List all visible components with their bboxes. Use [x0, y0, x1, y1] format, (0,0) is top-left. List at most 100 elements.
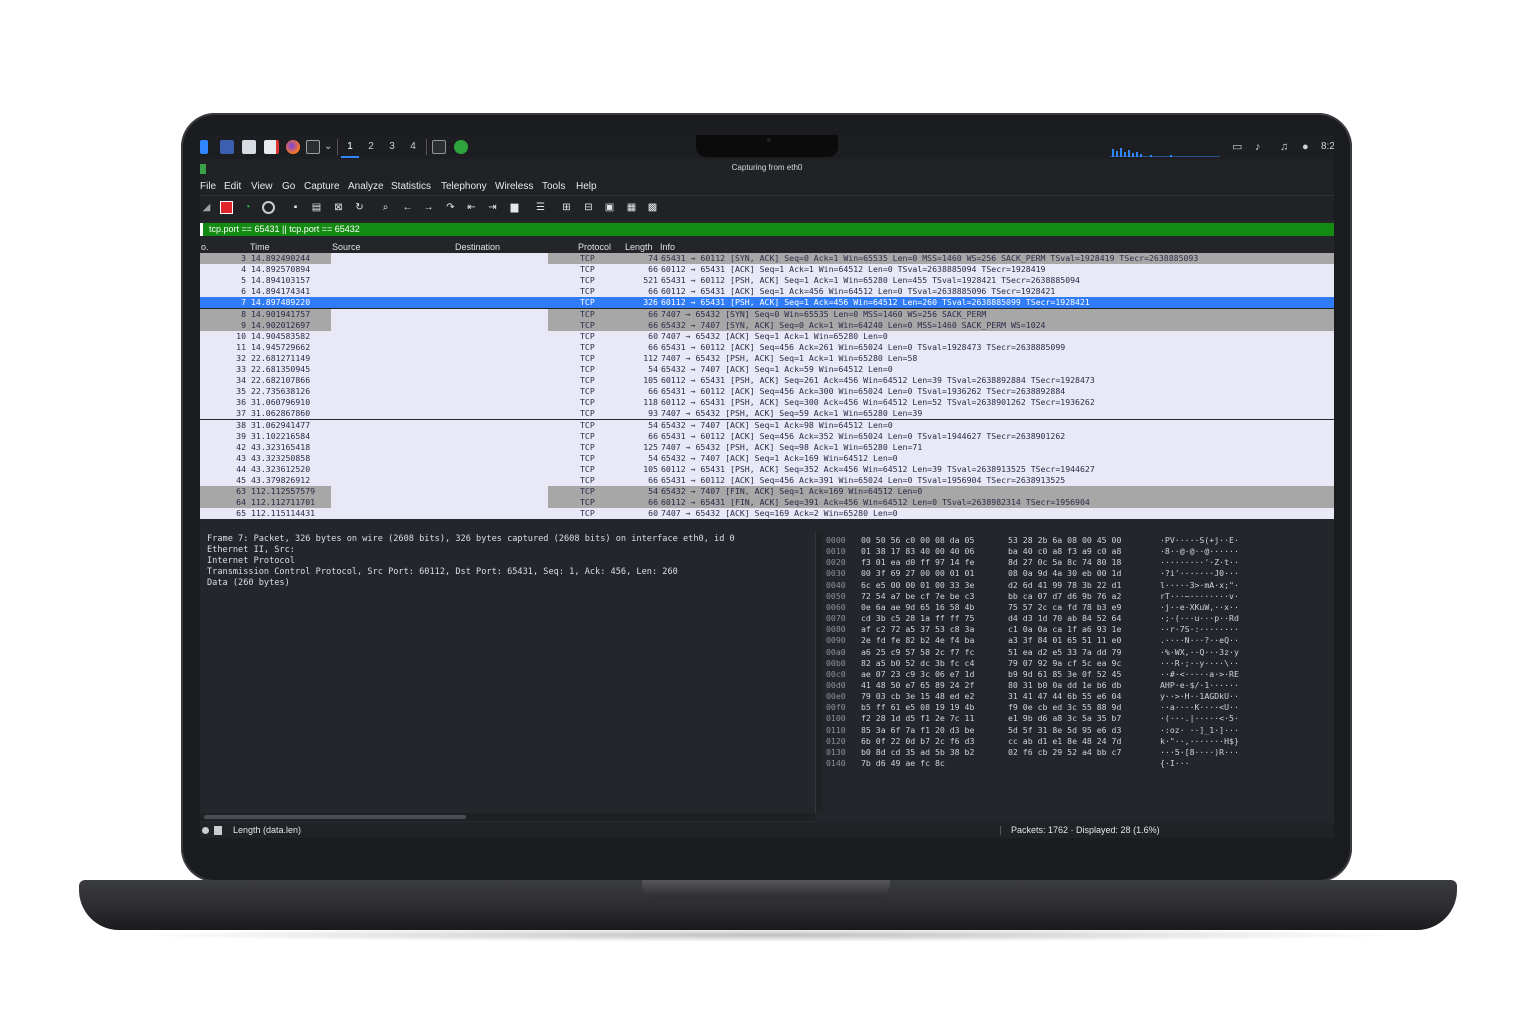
col-length[interactable]: Length [625, 241, 653, 253]
notification-bell-icon[interactable]: ♫ [1280, 140, 1288, 154]
packet-row[interactable]: 9 14.902012697 TCP 66 65432 → 7407 [SYN, ACK… [200, 319, 1334, 331]
first-packet-icon[interactable]: ⇤ [465, 201, 478, 214]
packet-row[interactable]: 64 112.112711701 TCP 66 60112 → 65431 [FIN, … [200, 497, 1334, 509]
packet-row[interactable]: 32 22.681271149 TCP 112 7407 → 65432 [PSH, A… [200, 352, 1334, 364]
col-info[interactable]: Info [660, 241, 675, 253]
layout-icon[interactable]: ▩ [646, 201, 659, 214]
menu-wireless[interactable]: Wireless [495, 180, 533, 194]
normal-size-icon[interactable]: ▣ [603, 201, 616, 214]
menu-file[interactable]: File [200, 180, 216, 194]
zoom-in-icon[interactable]: ⊞ [560, 201, 573, 214]
workspace-2[interactable]: 2 [362, 138, 380, 156]
menu-analyze[interactable]: Analyze [348, 180, 384, 194]
find-packet-icon[interactable]: ⌕ [379, 201, 392, 214]
go-to-packet-icon[interactable]: ↷ [444, 201, 457, 214]
display-filter-input[interactable]: tcp.port == 65431 || tcp.port == 65432 [209, 223, 360, 236]
col-source[interactable]: Source [332, 241, 361, 253]
packet-row[interactable]: 45 43.379826912 TCP 66 65431 → 60112 [ACK] S… [200, 475, 1334, 486]
workspace-1[interactable]: 1 [341, 138, 359, 158]
packet-row[interactable]: 34 22.682107866 TCP 105 60112 → 65431 [PSH, … [200, 375, 1334, 387]
packet-row[interactable]: 33 22.681350945 TCP 54 65432 → 7407 [ACK] Se… [200, 364, 1334, 375]
terminal-icon[interactable] [306, 140, 320, 154]
packet-row[interactable]: 43 43.323250858 TCP 54 65432 → 7407 [ACK] Se… [200, 452, 1334, 464]
packet-row[interactable]: 6 14.894174341 TCP 66 60112 → 65431 [ACK] Se… [200, 286, 1334, 298]
packet-row[interactable]: 39 31.102216584 TCP 66 65431 → 60112 [ACK] S… [200, 430, 1334, 442]
file-manager-icon[interactable] [242, 140, 256, 154]
go-back-icon[interactable]: ← [401, 201, 414, 214]
packet-row[interactable]: 37 31.062867860 TCP 93 7407 → 65432 [PSH, AC… [200, 408, 1334, 420]
window-icon[interactable]: ▭ [1232, 140, 1242, 154]
menu-tools[interactable]: Tools [542, 180, 565, 194]
expert-info-icon[interactable] [202, 827, 209, 834]
last-packet-icon[interactable]: ⇥ [486, 201, 499, 214]
detail-frame[interactable]: Frame 7: Packet, 326 bytes on wire (2608… [207, 534, 735, 545]
packet-row[interactable]: 11 14.945729662 TCP 66 65431 → 60112 [ACK] S… [200, 341, 1334, 353]
packet-row[interactable]: 36 31.060796910 TCP 118 60112 → 65431 [PSH, … [200, 397, 1334, 409]
colorize-icon[interactable]: ☰ [534, 201, 547, 214]
packet-row[interactable]: 65 112.115114431 TCP 60 7407 → 65432 [ACK] S… [200, 508, 1334, 520]
wireshark-task-icon[interactable] [454, 140, 468, 154]
capture-comment-icon[interactable] [214, 826, 222, 835]
scrollbar-thumb[interactable] [204, 815, 466, 819]
packet-row[interactable]: 4 14.892570894 TCP 66 60112 → 65431 [ACK] Se… [200, 264, 1334, 276]
packet-length: 105 [643, 375, 658, 386]
menu-statistics[interactable]: Statistics [391, 180, 431, 194]
text-editor-icon[interactable] [264, 140, 279, 154]
detail-ethernet[interactable]: Ethernet II, Src: [207, 545, 295, 556]
packet-details[interactable]: Frame 7: Packet, 326 bytes on wire (2608… [200, 531, 815, 813]
clock[interactable]: 8:2 [1321, 140, 1334, 154]
display-filter-bar[interactable]: tcp.port == 65431 || tcp.port == 65432 [200, 223, 1334, 236]
packet-row[interactable]: 7 14.897489220 TCP 326 60112 → 65431 [PSH, A… [200, 297, 1334, 309]
packet-row[interactable]: 10 14.904583582 TCP 60 7407 → 65432 [ACK] Se… [200, 330, 1334, 342]
workspace-4[interactable]: 4 [404, 138, 422, 156]
pane-splitter[interactable] [200, 521, 1334, 531]
menu-telephony[interactable]: Telephony [441, 180, 487, 194]
stop-capture-icon[interactable] [220, 201, 233, 214]
zoom-out-icon[interactable]: ⊟ [582, 201, 595, 214]
packet-row[interactable]: 5 14.894103157 TCP 521 65431 → 60112 [PSH, A… [200, 275, 1334, 287]
packet-time: 14.904583582 [251, 330, 311, 341]
workspace-3[interactable]: 3 [383, 138, 401, 156]
packet-list[interactable]: 3 14.892490244 TCP 74 65431 → 60112 [SYN, AC… [200, 253, 1334, 520]
col-no[interactable]: o. [201, 241, 209, 253]
packet-row[interactable]: 42 43.323165418 TCP 125 7407 → 65432 [PSH, A… [200, 441, 1334, 453]
go-forward-icon[interactable]: → [422, 201, 435, 214]
detail-ip[interactable]: Internet Protocol [207, 556, 295, 567]
close-file-icon[interactable]: ⊠ [332, 201, 345, 214]
autoscroll-icon[interactable]: ▆ [508, 201, 521, 214]
packet-row[interactable]: 8 14.901941757 TCP 66 7407 → 65432 [SYN] Seq… [200, 308, 1334, 320]
packet-info: 60112 → 65431 [PSH, ACK] Seq=261 Ack=456… [661, 375, 1095, 386]
window-list-icon[interactable] [432, 140, 446, 154]
packet-row[interactable]: 3 14.892490244 TCP 74 65431 → 60112 [SYN, AC… [200, 253, 1334, 264]
packet-row[interactable]: 38 31.062941477 TCP 54 65432 → 7407 [ACK] Se… [200, 419, 1334, 431]
terminal-dropdown-icon[interactable]: ⌄ [324, 139, 332, 155]
filter-bookmark-icon[interactable] [200, 223, 203, 236]
menu-go[interactable]: Go [282, 180, 295, 194]
restart-capture-icon[interactable]: ◔ [241, 201, 254, 214]
resize-columns-icon[interactable]: ▦ [625, 201, 638, 214]
menu-view[interactable]: View [251, 180, 273, 194]
detail-data[interactable]: Data (260 bytes) [207, 578, 290, 589]
packet-bytes[interactable]: 0000 00 50 56 c0 00 08 da 05 53 28 2b 6a 0… [823, 531, 1334, 813]
packet-row[interactable]: 63 112.112557579 TCP 54 65432 → 7407 [FIN, A… [200, 486, 1334, 498]
capture-options-icon[interactable] [262, 201, 275, 214]
firefox-icon[interactable] [286, 140, 300, 154]
col-destination[interactable]: Destination [455, 241, 500, 253]
open-file-icon[interactable]: ▪ [289, 201, 302, 214]
col-protocol[interactable]: Protocol [578, 241, 611, 253]
packet-row[interactable]: 44 43.323612520 TCP 105 60112 → 65431 [PSH, … [200, 463, 1334, 475]
volume-icon[interactable]: ♪ [1255, 140, 1261, 154]
kali-menu-icon[interactable] [200, 140, 208, 154]
menu-help[interactable]: Help [576, 180, 597, 194]
power-icon[interactable]: ● [1302, 140, 1309, 154]
details-horizontal-scrollbar[interactable] [200, 813, 815, 821]
menu-capture[interactable]: Capture [304, 180, 340, 194]
packet-row[interactable]: 35 22.735638126 TCP 66 65431 → 60112 [ACK] S… [200, 386, 1334, 398]
detail-tcp[interactable]: Transmission Control Protocol, Src Port:… [207, 567, 678, 578]
col-time[interactable]: Time [250, 241, 270, 253]
reload-file-icon[interactable]: ↻ [353, 201, 366, 214]
desktop-icon[interactable] [220, 140, 234, 154]
save-file-icon[interactable]: ▤ [310, 201, 323, 214]
menu-edit[interactable]: Edit [224, 180, 241, 194]
start-capture-icon[interactable]: ◢ [200, 201, 213, 214]
